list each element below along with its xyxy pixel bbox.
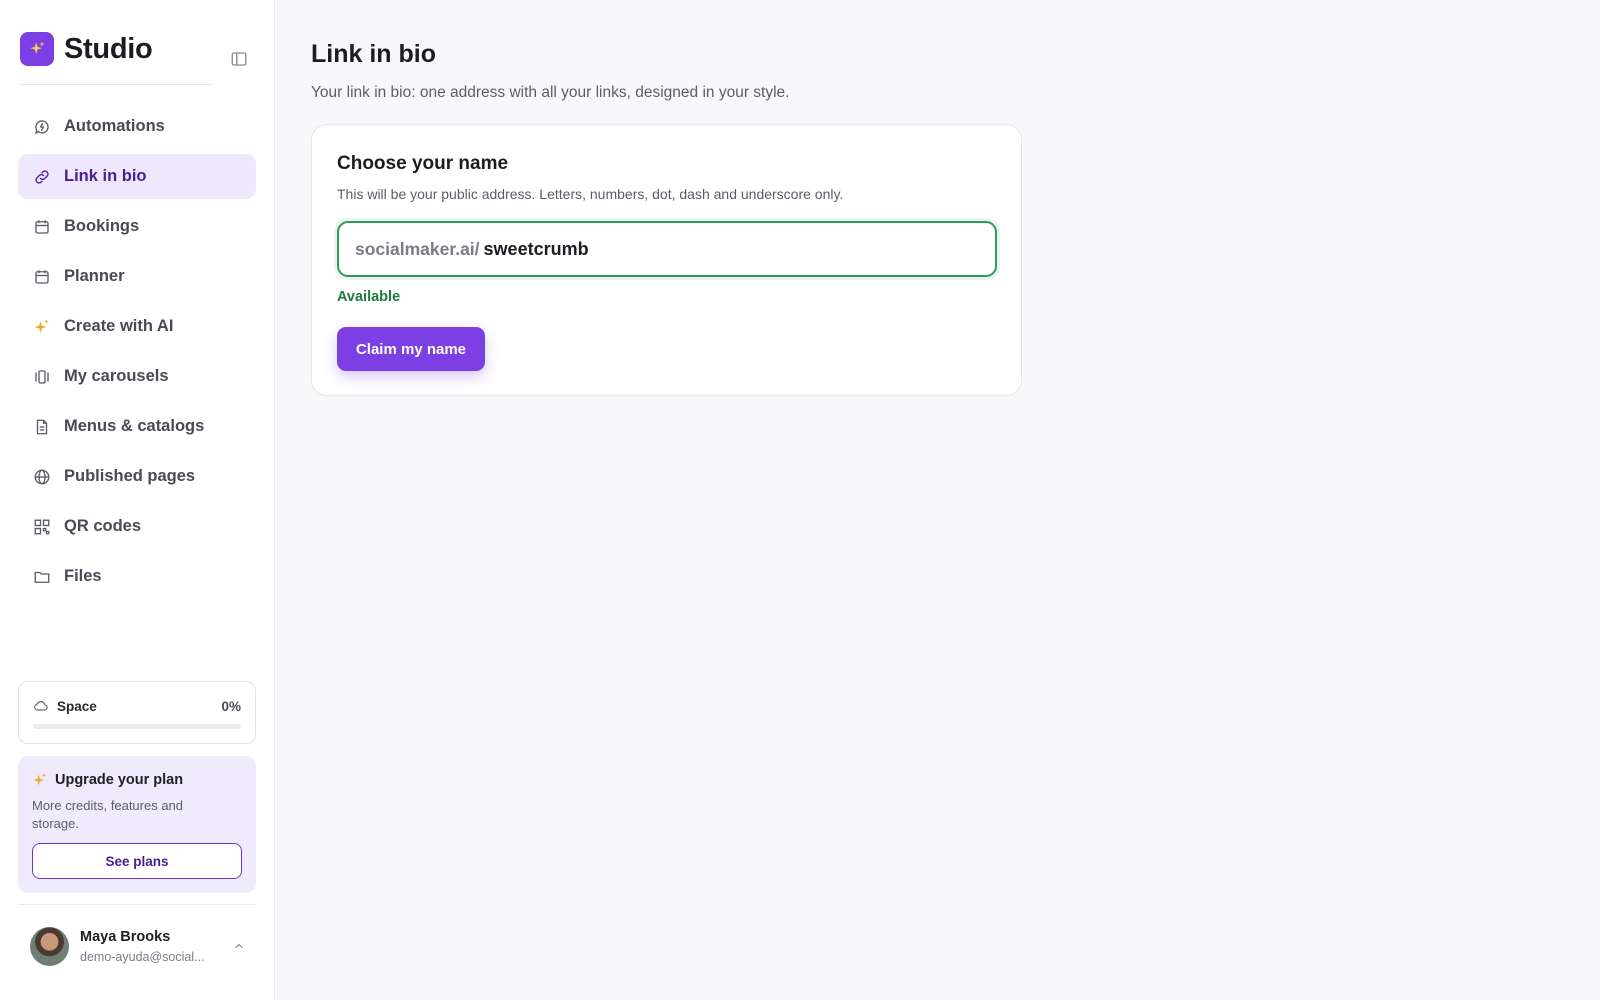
sidebar-nav: Automations Link in bio Bookings Planner…	[18, 104, 256, 604]
availability-status: Available	[337, 289, 401, 305]
user-name: Maya Brooks	[80, 928, 171, 945]
storage-space-row: Space 0%	[33, 698, 241, 714]
folder-icon	[32, 567, 52, 587]
storage-space-card: Space 0%	[18, 681, 256, 744]
sidebar-item-link-in-bio[interactable]: Link in bio	[18, 154, 256, 199]
sidebar-item-bookings[interactable]: Bookings	[18, 204, 256, 249]
divider	[20, 84, 212, 85]
storage-progress-bar	[33, 724, 241, 729]
automation-icon	[32, 117, 52, 137]
user-menu[interactable]: Maya Brooks demo-ayuda@social...	[30, 926, 246, 966]
storage-space-label: Space	[57, 698, 97, 714]
sidebar-item-create-with-ai[interactable]: Create with AI	[18, 304, 256, 349]
sidebar-item-menus-catalogs[interactable]: Menus & catalogs	[18, 404, 256, 449]
claim-name-button[interactable]: Claim my name	[337, 327, 485, 371]
sidebar-toggle-icon	[231, 52, 247, 66]
divider	[18, 904, 256, 905]
collapse-sidebar-button[interactable]	[228, 48, 250, 70]
brand-name: Studio	[64, 32, 153, 65]
user-info: Maya Brooks demo-ayuda@social...	[80, 929, 205, 964]
see-plans-button[interactable]: See plans	[32, 843, 242, 879]
sparkles-icon	[30, 41, 45, 54]
sidebar-item-files[interactable]: Files	[18, 554, 256, 599]
sidebar-item-label: QR codes	[64, 517, 142, 535]
avatar	[30, 926, 69, 966]
sidebar-item-published-pages[interactable]: Published pages	[18, 454, 256, 499]
url-prefix: socialmaker.ai/	[355, 238, 480, 259]
sidebar-item-label: Planner	[64, 267, 125, 285]
link-icon	[32, 167, 52, 187]
chevron-up-icon	[232, 939, 246, 953]
sidebar-item-label: Create with AI	[64, 317, 174, 335]
storage-space-percent: 0%	[221, 698, 241, 714]
sidebar-item-label: Automations	[64, 117, 165, 135]
cloud-icon	[34, 701, 48, 711]
upgrade-title: Upgrade your plan	[55, 772, 184, 788]
upgrade-title-row: Upgrade your plan	[32, 772, 183, 788]
choose-name-card: Choose your name This will be your publi…	[311, 124, 1022, 396]
sidebar-item-automations[interactable]: Automations	[18, 104, 256, 149]
sidebar-item-qr-codes[interactable]: QR codes	[18, 504, 256, 549]
sidebar-item-label: Link in bio	[64, 167, 147, 185]
main-content: Link in bio Your link in bio: one addres…	[275, 0, 1600, 1000]
card-title: Choose your name	[337, 153, 509, 174]
sidebar-item-label: My carousels	[64, 367, 169, 385]
page-title: Link in bio	[311, 40, 436, 68]
sidebar-item-planner[interactable]: Planner	[18, 254, 256, 299]
sidebar-item-label: Published pages	[64, 467, 196, 485]
calendar-icon	[32, 267, 52, 287]
calendar-icon	[32, 217, 52, 237]
sidebar-item-label: Menus & catalogs	[64, 417, 205, 435]
sidebar-item-label: Files	[64, 567, 102, 585]
upgrade-description: More credits, features and storage.	[32, 798, 184, 831]
sparkles-icon	[33, 773, 46, 786]
carousel-icon	[32, 367, 52, 387]
upgrade-plan-card: Upgrade your plan More credits, features…	[18, 756, 256, 893]
username-input[interactable]	[483, 229, 995, 269]
sparkles-icon	[32, 317, 52, 337]
document-icon	[32, 417, 52, 437]
sidebar: Studio Automations Link in bio Bookings	[0, 0, 275, 1000]
sidebar-item-my-carousels[interactable]: My carousels	[18, 354, 256, 399]
brand[interactable]: Studio	[20, 32, 153, 66]
sidebar-item-label: Bookings	[64, 217, 140, 235]
user-email: demo-ayuda@social...	[80, 949, 205, 964]
page-subtitle: Your link in bio: one address with all y…	[311, 84, 790, 101]
card-description: This will be your public address. Letter…	[337, 186, 844, 202]
username-field[interactable]: socialmaker.ai/	[337, 221, 997, 277]
qr-code-icon	[32, 517, 52, 537]
brand-logo	[20, 32, 54, 66]
globe-icon	[32, 467, 52, 487]
